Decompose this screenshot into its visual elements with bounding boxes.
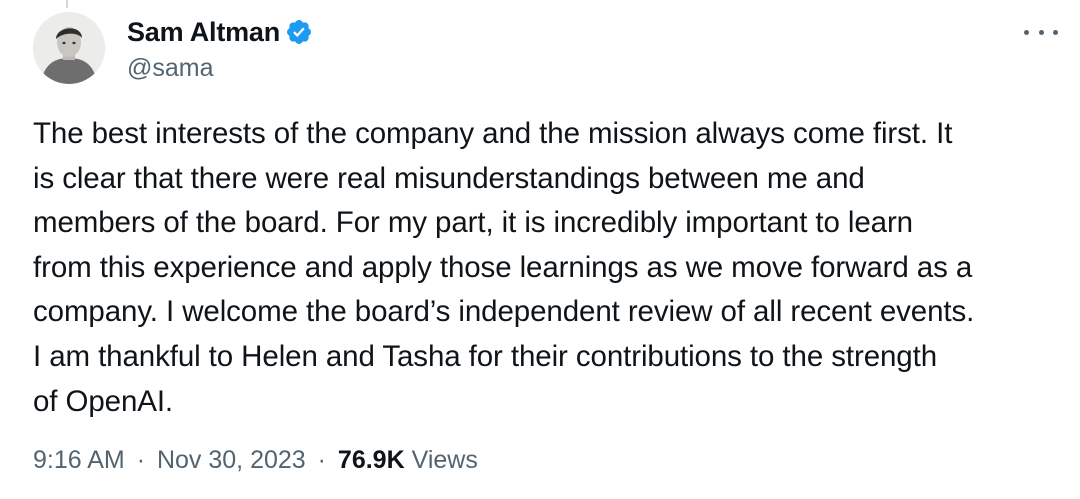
more-options-button[interactable] — [1024, 22, 1058, 42]
tweet-time[interactable]: 9:16 AM — [33, 446, 125, 474]
author-name-row: Sam Altman — [127, 14, 313, 50]
verified-badge-icon[interactable] — [285, 18, 313, 46]
meta-separator: · — [317, 446, 326, 474]
tweet-header: Sam Altman @sama — [127, 14, 313, 83]
tweet-text-line: from this experience and apply those lea… — [33, 250, 973, 284]
more-horizontal-icon-dot — [1024, 29, 1029, 35]
avatar-photo — [33, 12, 105, 84]
views-label: Views — [411, 446, 478, 474]
views-count[interactable]: 76.9K — [338, 446, 405, 474]
tweet-card: Sam Altman @sama The best interests of t… — [0, 0, 1080, 499]
tweet-text-line: of OpenAI. — [33, 384, 174, 418]
author-handle[interactable]: @sama — [127, 54, 313, 83]
tweet-meta: 9:16 AM · Nov 30, 2023 · 76.9K Views — [33, 446, 478, 475]
tweet-text: The best interests of the company and th… — [33, 112, 1063, 424]
more-horizontal-icon-dot — [1053, 29, 1058, 35]
thread-connector-line — [66, 0, 68, 8]
tweet-text-line: I am thankful to Helen and Tasha for the… — [33, 339, 938, 373]
tweet-text-line: members of the board. For my part, it is… — [33, 206, 913, 240]
meta-separator: · — [136, 446, 146, 474]
author-display-name[interactable]: Sam Altman — [127, 17, 280, 48]
tweet-date[interactable]: Nov 30, 2023 — [157, 446, 306, 474]
tweet-text-line: company. I welcome the board’s independe… — [33, 295, 975, 329]
tweet-text-line: is clear that there were real misunderst… — [33, 161, 865, 195]
more-horizontal-icon-dot — [1038, 29, 1044, 35]
avatar[interactable] — [33, 12, 105, 84]
tweet-text-line: The best interests of the company and th… — [33, 117, 953, 150]
